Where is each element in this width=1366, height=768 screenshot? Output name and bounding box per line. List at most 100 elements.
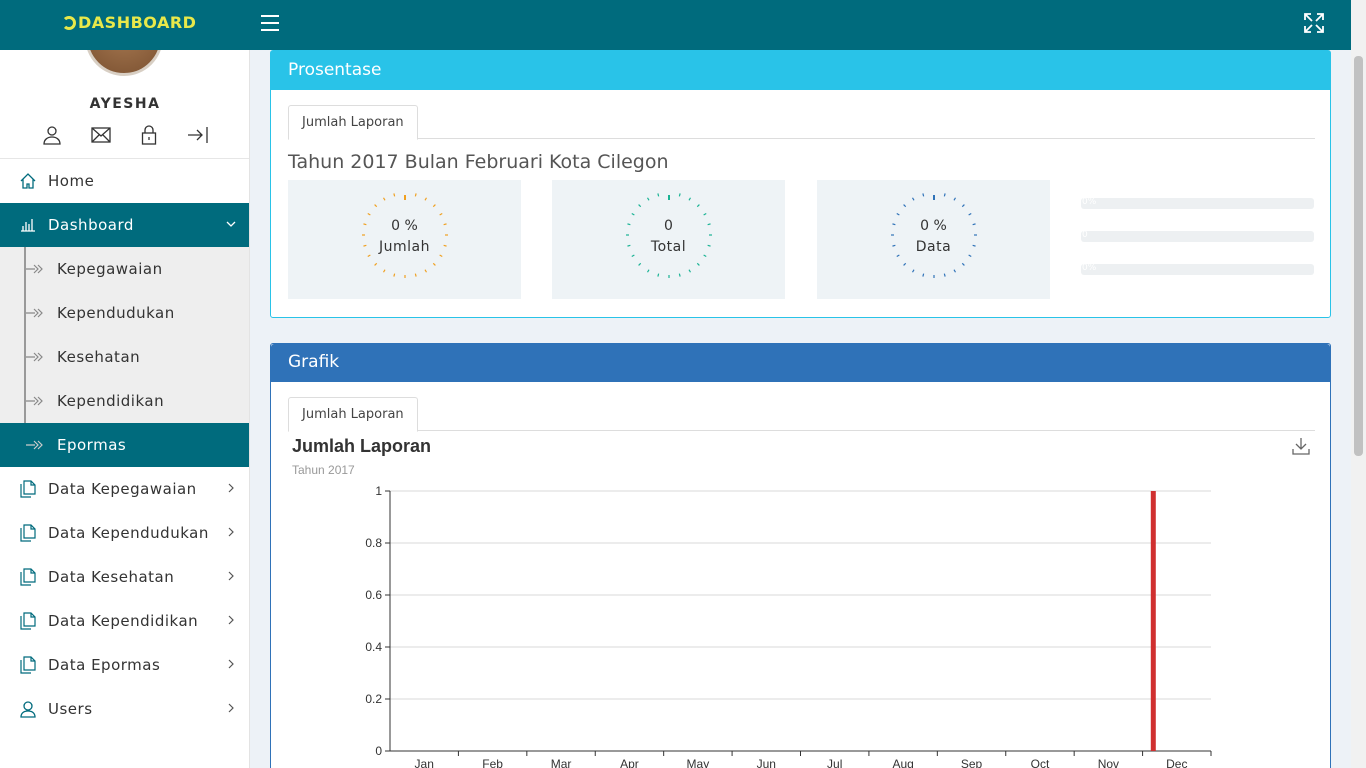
chart-title: Jumlah Laporan bbox=[292, 436, 432, 456]
grafik-tabs: Jumlah Laporan bbox=[288, 397, 1315, 432]
gauge-tick bbox=[631, 212, 635, 216]
user-actions bbox=[40, 124, 210, 146]
sidebar-item-home[interactable]: Home bbox=[0, 159, 249, 203]
brand-logo[interactable]: DASHBOARD bbox=[62, 13, 196, 32]
x-tick-label: Nov bbox=[1098, 757, 1119, 768]
gauge-tick bbox=[631, 254, 635, 258]
gauge-tick bbox=[696, 262, 700, 266]
gauge-tick bbox=[688, 197, 692, 201]
submenu-item-label: Kependidikan bbox=[57, 392, 165, 410]
gauge-tick bbox=[903, 204, 907, 208]
gauge-tick bbox=[896, 254, 900, 258]
chevron-right-icon bbox=[228, 527, 234, 537]
gauge-tick bbox=[696, 204, 700, 208]
submenu-item-kependudukan[interactable]: Kependudukan bbox=[0, 291, 249, 335]
gauge-tick bbox=[943, 273, 946, 277]
stat-data: 0 % Data bbox=[817, 180, 1050, 299]
gauge-jumlah bbox=[362, 193, 448, 278]
profile-icon[interactable] bbox=[40, 124, 64, 146]
sidebar-item-users[interactable]: Users bbox=[0, 687, 249, 731]
sidebar-item-dashboard[interactable]: Dashboard bbox=[0, 203, 249, 247]
chevron-right-icon bbox=[228, 703, 234, 713]
stat-heading: Tahun 2017 Bulan Februari Kota Cilegon bbox=[288, 151, 669, 173]
menu-toggle-button[interactable] bbox=[261, 15, 279, 31]
y-tick-label: 0.4 bbox=[365, 640, 382, 654]
documents-icon bbox=[18, 567, 38, 587]
submenu-item-kependidikan[interactable]: Kependidikan bbox=[0, 379, 249, 423]
submenu-item-kepegawaian[interactable]: Kepegawaian bbox=[0, 247, 249, 291]
submenu-item-kesehatan[interactable]: Kesehatan bbox=[0, 335, 249, 379]
bar-chart-icon bbox=[18, 215, 38, 235]
gauge-tick bbox=[638, 204, 642, 208]
gauge-tick bbox=[968, 212, 972, 216]
double-chevron-right-icon bbox=[26, 264, 43, 274]
panel-title: Prosentase bbox=[271, 51, 1330, 90]
gauge-tick bbox=[688, 269, 692, 273]
sidebar-item-data-epormas[interactable]: Data Epormas bbox=[0, 643, 249, 687]
hamburger-line bbox=[261, 29, 279, 31]
gauge-tick bbox=[896, 212, 900, 216]
page-scrollbar[interactable] bbox=[1351, 0, 1366, 768]
gauge-tick bbox=[943, 193, 946, 197]
top-bar: DASHBOARD bbox=[0, 0, 1351, 50]
scrollbar-thumb[interactable] bbox=[1354, 56, 1363, 456]
gauge-data bbox=[891, 193, 977, 278]
chevron-right-icon bbox=[228, 571, 234, 581]
user-name: AYESHA bbox=[89, 96, 161, 112]
stat-jumlah: 0 % Jumlah bbox=[288, 180, 521, 299]
logout-icon[interactable] bbox=[186, 124, 210, 146]
gauge-tick bbox=[703, 212, 707, 216]
gauge-tick bbox=[424, 197, 428, 201]
mail-icon[interactable] bbox=[89, 124, 113, 146]
tab-jumlah-laporan[interactable]: Jumlah Laporan bbox=[288, 105, 418, 140]
progress-bar: 0% bbox=[1081, 197, 1314, 209]
avatar[interactable] bbox=[85, 50, 163, 76]
panel-title: Grafik bbox=[271, 344, 1330, 382]
gauge-tick bbox=[382, 197, 386, 201]
gauge-tick bbox=[657, 273, 660, 277]
tab-jumlah-laporan[interactable]: Jumlah Laporan bbox=[288, 397, 418, 432]
gauge-tick bbox=[393, 193, 396, 197]
chevron-right-icon bbox=[228, 615, 234, 625]
documents-icon bbox=[18, 655, 38, 675]
hamburger-icon bbox=[261, 15, 279, 17]
stat-value: 0 % bbox=[391, 218, 418, 234]
gauge-tick bbox=[414, 273, 417, 277]
fullscreen-icon[interactable] bbox=[1303, 12, 1325, 34]
gauge-tick bbox=[657, 193, 660, 197]
sidebar-item-label: Data Kepegawaian bbox=[48, 480, 197, 498]
progress-bar: 0 bbox=[1081, 230, 1314, 242]
gauge-tick bbox=[367, 254, 371, 258]
gauge-tick bbox=[374, 262, 378, 266]
documents-icon bbox=[18, 479, 38, 499]
gauge-tick bbox=[961, 262, 965, 266]
download-icon[interactable] bbox=[1292, 437, 1310, 455]
sidebar-item-data-kepegawaian[interactable]: Data Kepegawaian bbox=[0, 467, 249, 511]
stat-value: 0 bbox=[664, 218, 673, 234]
sidebar-item-label: Users bbox=[48, 700, 93, 718]
gauge-tick bbox=[414, 193, 417, 197]
sidebar-item-data-kependudukan[interactable]: Data Kependudukan bbox=[0, 511, 249, 555]
stat-total: 0 Total bbox=[552, 180, 785, 299]
sidebar-item-data-kependidikan[interactable]: Data Kependidikan bbox=[0, 599, 249, 643]
stat-label: Total bbox=[650, 239, 687, 255]
progress-label: 0 bbox=[1082, 230, 1088, 240]
sidebar-item-data-kesehatan[interactable]: Data Kesehatan bbox=[0, 555, 249, 599]
prosentase-tabs: Jumlah Laporan bbox=[288, 105, 1315, 140]
lock-icon[interactable] bbox=[137, 124, 161, 146]
submenu-item-epormas[interactable]: Epormas bbox=[0, 423, 249, 467]
x-tick-label: Jun bbox=[757, 757, 776, 768]
gauge-tick bbox=[903, 262, 907, 266]
gauge-tick bbox=[953, 269, 957, 273]
documents-icon bbox=[18, 523, 38, 543]
sidebar-menu: Home Dashboard Kepegawaian Kependudukan … bbox=[0, 158, 249, 731]
sidebar-item-label: Home bbox=[48, 172, 95, 190]
x-tick-label: Apr bbox=[620, 757, 639, 768]
chevron-down-icon bbox=[226, 221, 236, 227]
gauge-tick bbox=[646, 269, 650, 273]
bar[interactable] bbox=[1150, 491, 1156, 751]
gauge-tick bbox=[911, 197, 915, 201]
gauge-tick bbox=[703, 254, 707, 258]
gauge-tick bbox=[911, 269, 915, 273]
double-chevron-right-icon bbox=[26, 352, 43, 362]
